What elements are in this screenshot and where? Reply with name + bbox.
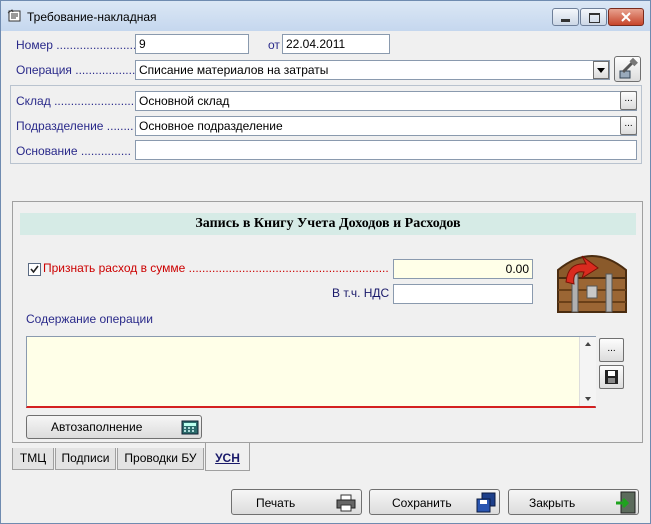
save-button-label: Сохранить [392, 496, 452, 510]
date-label: от [268, 38, 280, 52]
exit-door-icon [616, 491, 636, 514]
content-select-button[interactable]: ... [599, 338, 624, 362]
main-window: Требование-накладная Номер .............… [0, 0, 651, 524]
department-label: Подразделение ........ [16, 119, 134, 133]
window-title: Требование-накладная [27, 10, 157, 24]
number-label: Номер ........................ [16, 38, 137, 52]
close-icon [621, 12, 631, 22]
operation-content-textarea[interactable] [26, 336, 596, 408]
expense-amount-field[interactable]: 0.00 [393, 259, 533, 279]
printer-icon [336, 494, 356, 512]
textarea-scrollbar[interactable] [579, 337, 596, 406]
operation-label: Операция ................... [16, 63, 139, 77]
operation-settings-button[interactable] [614, 56, 641, 82]
recognize-expense-label: Признать расход в сумме ................… [43, 261, 388, 275]
tab-signatures[interactable]: Подписи [55, 448, 116, 470]
warehouse-field[interactable]: Основной склад [135, 91, 637, 111]
vat-field[interactable] [393, 284, 533, 304]
usn-panel-header: Запись в Книгу Учета Доходов и Расходов [20, 213, 636, 235]
save-content-button[interactable] [599, 365, 624, 389]
close-button-label: Закрыть [529, 496, 576, 510]
basis-label: Основание ............... [16, 144, 131, 158]
tab-postings[interactable]: Проводки БУ [117, 448, 204, 470]
recognize-expense-checkbox[interactable] [28, 263, 41, 276]
number-field[interactable]: 9 [135, 34, 249, 54]
calculator-icon [181, 420, 199, 435]
autofill-button-label: Автозаполнение [51, 420, 143, 434]
save-disks-icon [476, 492, 496, 513]
usn-panel: Запись в Книгу Учета Доходов и Расходов … [12, 201, 643, 443]
close-button[interactable]: Закрыть [508, 489, 639, 515]
department-field[interactable]: Основное подразделение [135, 116, 637, 136]
autofill-button[interactable]: Автозаполнение [26, 415, 202, 439]
operation-dropdown-button[interactable] [593, 61, 609, 79]
operation-select[interactable]: Списание материалов на затраты [135, 60, 610, 80]
warehouse-select-button[interactable]: ... [620, 91, 637, 110]
scroll-down-icon [585, 397, 591, 401]
scroll-up-icon [585, 342, 591, 346]
save-button[interactable]: Сохранить [369, 489, 500, 515]
tab-tmc[interactable]: ТМЦ [12, 448, 54, 470]
print-button[interactable]: Печать [231, 489, 362, 515]
print-button-label: Печать [256, 496, 296, 510]
warehouse-label: Склад ......................... [16, 94, 138, 108]
department-select-button[interactable]: ... [620, 116, 637, 135]
checkmark-icon [30, 265, 39, 274]
chevron-down-icon [597, 68, 605, 73]
document-app-icon [7, 9, 21, 22]
minimize-button[interactable] [552, 8, 579, 26]
treasure-chest-icon [557, 255, 627, 313]
basis-field[interactable] [135, 140, 637, 160]
vat-label: В т.ч. НДС [332, 286, 390, 300]
date-field[interactable]: 22.04.2011 [282, 34, 390, 54]
close-window-button[interactable] [608, 8, 644, 26]
hammer-settings-icon [619, 57, 638, 79]
operation-content-label: Содержание операции [26, 312, 153, 326]
title-bar[interactable]: Требование-накладная [1, 1, 650, 31]
floppy-disk-icon [605, 370, 618, 384]
maximize-button[interactable] [580, 8, 607, 26]
tab-usn[interactable]: УСН [205, 443, 250, 471]
